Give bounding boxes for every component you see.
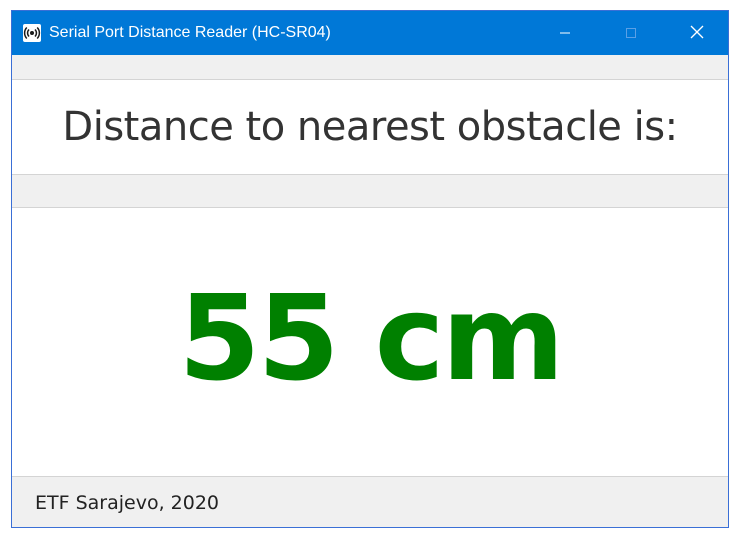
close-icon [690,24,704,43]
minimize-icon [559,24,571,43]
maximize-icon [625,24,637,43]
reading-panel: 55 cm [12,207,728,477]
distance-value: 55 cm [178,269,564,407]
radio-signal-icon [23,24,41,42]
minimize-button[interactable] [542,11,588,55]
title-bar[interactable]: Serial Port Distance Reader (HC-SR04) [12,11,728,55]
distance-label: Distance to nearest obstacle is: [62,104,678,150]
window-title: Serial Port Distance Reader (HC-SR04) [49,24,331,41]
maximize-button[interactable] [608,11,654,55]
close-button[interactable] [674,11,720,55]
footer-credit: ETF Sarajevo, 2020 [35,492,220,514]
header-panel: Distance to nearest obstacle is: [12,79,728,175]
app-window: Serial Port Distance Reader (HC-SR04) Di… [11,10,729,528]
